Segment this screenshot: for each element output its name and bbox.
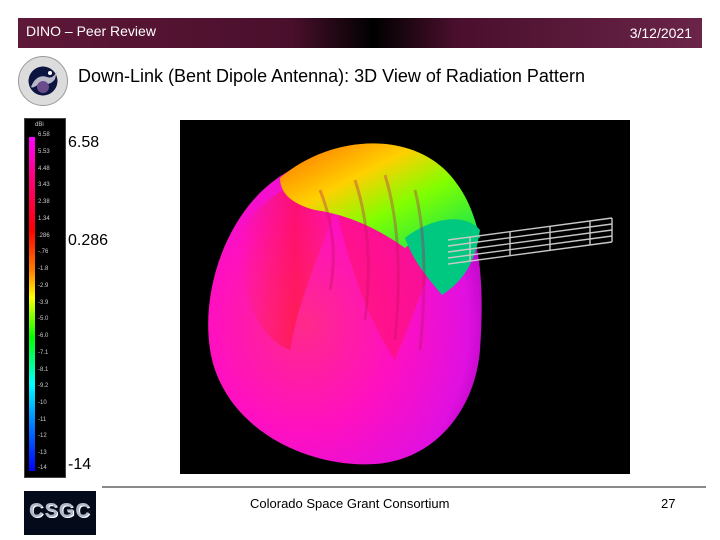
colorbar-tick: -14 [38,465,47,471]
colorbar-mid-label: 0.286 [68,232,109,249]
colorbar-legend: dBi 6.58 5.53 4.48 3.43 2.38 1.34 .286 -… [24,118,66,478]
header-bar: DINO – Peer Review 3/12/2021 [18,18,702,48]
colorbar-tick: -13 [38,450,47,456]
colorbar-tick: -5.0 [38,316,49,322]
slide-title: Down-Link (Bent Dipole Antenna): 3D View… [78,66,585,86]
colorbar-max-label: 6.58 [68,134,100,151]
colorbar-tick: 6.58 [38,132,50,138]
colorbar-tick: -12 [38,433,47,439]
colorbar-tick: 2.38 [38,199,50,205]
colorbar-tick: -1.8 [38,266,49,272]
colorbar-tick: -6.0 [38,333,49,339]
csgc-logo-icon: CSGC [24,491,96,535]
colorbar-tick: .286 [38,233,50,239]
csgc-logo-text: CSGC [29,500,91,522]
colorbar-tick: 4.48 [38,166,50,172]
colorbar-tick: -.76 [38,249,49,255]
header-title: DINO – Peer Review [26,23,156,39]
colorbar-gradient [29,137,35,471]
colorbar-tick: -10 [38,400,47,406]
colorbar-min-label: -14 [68,456,92,473]
footer-divider [102,486,706,488]
footer-organization: Colorado Space Grant Consortium [250,496,450,511]
colorbar-tick: 3.43 [38,182,50,188]
radiation-pattern-3d-view [180,120,630,474]
colorbar-tick: -11 [38,417,47,423]
colorbar-tick: -3.9 [38,300,49,306]
colorbar-tick: 5.53 [38,149,50,155]
header-date: 3/12/2021 [629,25,692,41]
colorbar-tick: -8.1 [38,367,49,373]
colorbar-tick: -9.2 [38,383,49,389]
colorbar-unit: dBi [35,122,44,128]
page-number: 27 [661,496,676,511]
dino-logo-icon [18,56,68,106]
colorbar-tick: 1.34 [38,216,50,222]
colorbar-tick: -7.1 [38,350,49,356]
colorbar-tick: -2.9 [38,283,49,289]
